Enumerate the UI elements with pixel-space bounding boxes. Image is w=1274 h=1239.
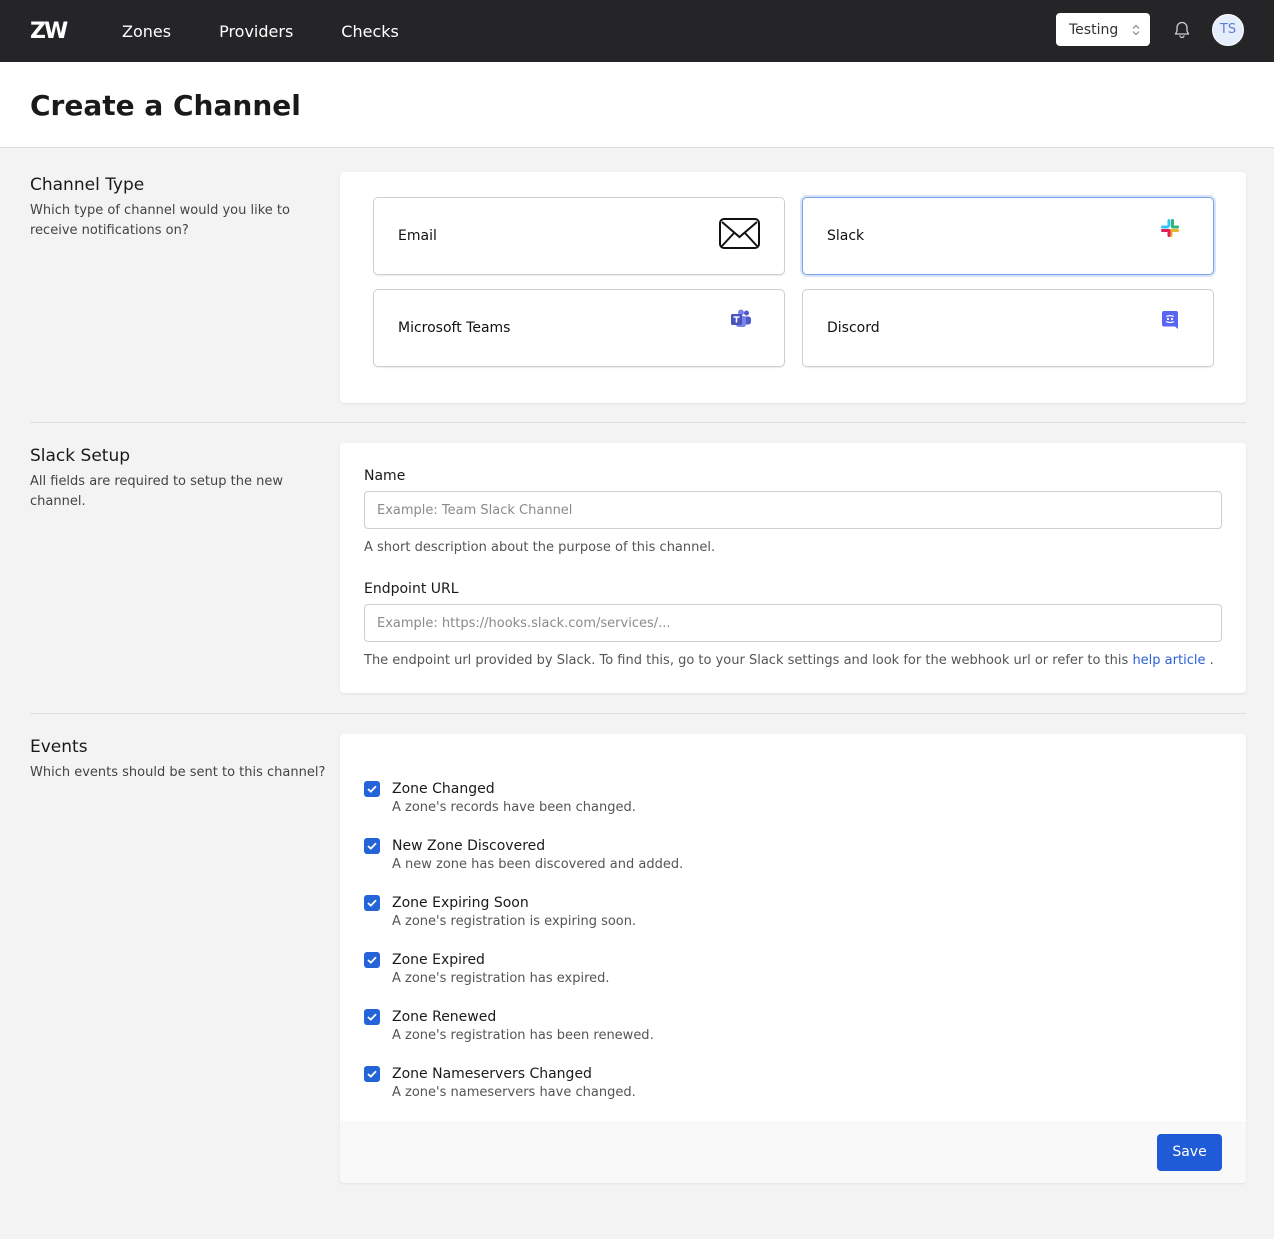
setup-card: Name A short description about the purpo…: [340, 443, 1246, 693]
channel-option-email[interactable]: Email: [373, 197, 785, 275]
slack-icon: [1160, 218, 1180, 242]
channel-option-discord[interactable]: Discord: [802, 289, 1214, 367]
events-card-footer: Save: [340, 1121, 1246, 1183]
event-item: New Zone Discovered A new zone has been d…: [364, 837, 1222, 875]
channel-type-info: Channel Type Which type of channel would…: [30, 172, 340, 403]
nav-link-checks[interactable]: Checks: [341, 22, 399, 41]
event-title: Zone Expired: [392, 952, 485, 968]
channel-type-section: Channel Type Which type of channel would…: [0, 148, 1274, 422]
envelope-icon: [719, 218, 760, 253]
setup-form: Name A short description about the purpo…: [340, 443, 1246, 693]
page-header: Create a Channel: [0, 62, 1274, 148]
events-description: Which events should be sent to this chan…: [30, 765, 326, 780]
channel-option-microsoft-teams[interactable]: Microsoft Teams: [373, 289, 785, 367]
nav-link-providers[interactable]: Providers: [219, 22, 293, 41]
event-item: Zone Expired A zone's registration has ex…: [364, 951, 1222, 989]
event-title: Zone Nameservers Changed: [392, 1066, 592, 1082]
channel-option-label: Microsoft Teams: [398, 320, 511, 336]
event-description: A new zone has been discovered and added…: [392, 857, 684, 872]
nav-actions: Testing TS: [1056, 13, 1244, 46]
nav-link-zones[interactable]: Zones: [122, 22, 171, 41]
event-description: A zone's nameservers have changed.: [392, 1085, 636, 1100]
events-info: Events Which events should be sent to th…: [30, 734, 340, 1183]
event-checkbox[interactable]: [364, 952, 380, 968]
channel-option-label: Discord: [827, 320, 880, 336]
channel-type-description: Which type of channel would you like to …: [30, 203, 290, 238]
name-input[interactable]: [364, 491, 1222, 529]
events-title: Events: [30, 737, 88, 757]
endpoint-url-input[interactable]: [364, 604, 1222, 642]
event-title: New Zone Discovered: [392, 838, 546, 854]
setup-section: Slack Setup All fields are required to s…: [0, 423, 1274, 713]
name-help: A short description about the purpose of…: [364, 540, 716, 555]
channel-type-card: Email Slack Microsoft Teams Discord: [340, 172, 1246, 403]
top-navbar: ZW Zones Providers Checks Testing TS: [0, 0, 1274, 62]
event-checkbox[interactable]: [364, 1066, 380, 1082]
event-checkbox[interactable]: [364, 781, 380, 797]
teams-icon: [730, 309, 752, 333]
help-article-link[interactable]: help article: [1132, 653, 1205, 668]
events-section: Events Which events should be sent to th…: [0, 714, 1274, 1183]
setup-info: Slack Setup All fields are required to s…: [30, 443, 340, 693]
logo[interactable]: ZW: [30, 19, 122, 44]
avatar[interactable]: TS: [1212, 13, 1244, 46]
events-card: Zone Changed A zone's records have been c…: [340, 734, 1246, 1183]
event-description: A zone's registration has expired.: [392, 971, 610, 986]
channel-type-options: Email Slack Microsoft Teams Discord: [340, 172, 1246, 403]
bell-icon[interactable]: [1172, 20, 1192, 40]
channel-option-slack[interactable]: Slack: [802, 197, 1214, 275]
channel-option-label: Slack: [827, 228, 865, 244]
save-button[interactable]: Save: [1157, 1133, 1222, 1171]
channel-type-title: Channel Type: [30, 175, 145, 195]
event-item: Zone Renewed A zone's registration has be…: [364, 1008, 1222, 1046]
events-list: Zone Changed A zone's records have been c…: [340, 734, 1246, 1121]
event-description: A zone's registration is expiring soon.: [392, 914, 637, 929]
endpoint-url-help-end: .: [1209, 653, 1214, 668]
endpoint-url-help-text: The endpoint url provided by Slack. To f…: [364, 653, 1129, 668]
event-checkbox[interactable]: [364, 1009, 380, 1025]
event-item: Zone Changed A zone's records have been c…: [364, 780, 1222, 818]
endpoint-url-help: The endpoint url provided by Slack. To f…: [364, 653, 1222, 668]
setup-description: All fields are required to setup the new…: [30, 474, 283, 509]
name-label: Name: [364, 468, 406, 484]
event-description: A zone's records have been changed.: [392, 800, 636, 815]
event-checkbox[interactable]: [364, 895, 380, 911]
event-title: Zone Expiring Soon: [392, 895, 529, 911]
chevron-up-down-icon: [1132, 24, 1140, 36]
setup-title: Slack Setup: [30, 446, 131, 466]
event-title: Zone Renewed: [392, 1009, 497, 1025]
event-title: Zone Changed: [392, 781, 495, 797]
environment-select[interactable]: Testing: [1056, 13, 1150, 46]
channel-option-label: Email: [398, 228, 437, 244]
endpoint-url-label: Endpoint URL: [364, 581, 459, 597]
discord-icon: [1161, 310, 1179, 334]
event-checkbox[interactable]: [364, 838, 380, 854]
page-title: Create a Channel: [30, 89, 301, 122]
event-item: Zone Expiring Soon A zone's registration …: [364, 894, 1222, 932]
event-description: A zone's registration has been renewed.: [392, 1028, 654, 1043]
environment-select-value: Testing: [1069, 21, 1119, 38]
event-item: Zone Nameservers Changed A zone's nameser…: [364, 1065, 1222, 1103]
